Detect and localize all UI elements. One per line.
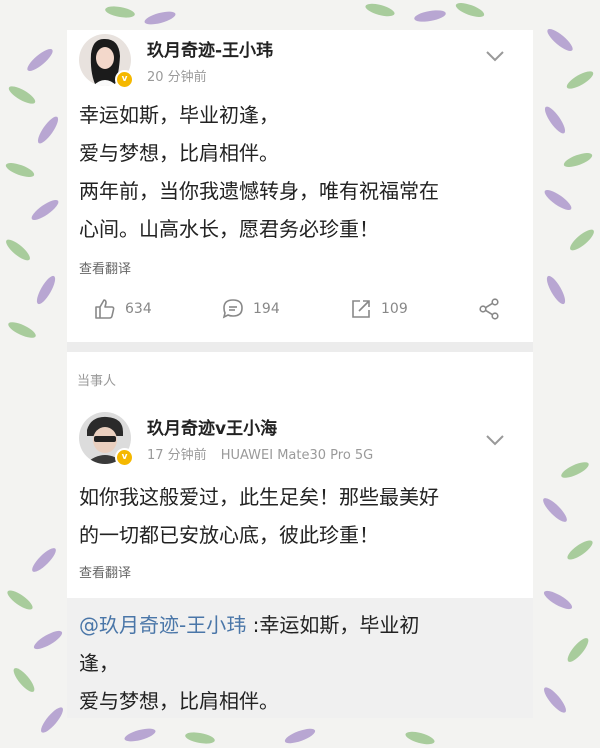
translate-link[interactable]: 查看翻译 [79, 258, 131, 277]
repost-button[interactable]: 109 [349, 294, 408, 324]
mention-link[interactable]: @玖月奇迹-王小玮 [79, 613, 246, 637]
author-name[interactable]: 玖月奇迹v王小海 [147, 414, 277, 439]
post-card-1: v 玖月奇迹-王小玮 20 分钟前 幸运如斯，毕业初逢， 爱与梦想，比肩相伴。 … [67, 30, 533, 342]
quote-line: 爱与梦想，比肩相伴。 [79, 689, 279, 713]
time-label: 20 分钟前 [147, 70, 207, 85]
like-button[interactable]: 634 [93, 294, 152, 324]
post-line: 的一切都已安放心底，彼此珍重！ [79, 523, 379, 547]
post-meta: 17 分钟前 HUAWEI Mate30 Pro 5G [147, 444, 387, 463]
chevron-down-icon[interactable] [485, 434, 505, 446]
section-divider [67, 342, 533, 352]
post-time: 20 分钟前 [147, 66, 221, 85]
device-label: HUAWEI Mate30 Pro 5G [220, 448, 374, 463]
post-line: 两年前，当你我遗憾转身，唯有祝福常在 [79, 179, 439, 203]
verified-badge-icon: v [115, 70, 134, 89]
like-count: 634 [125, 301, 152, 317]
post-line: 如你我这般爱过，此生足矣！那些最美好 [79, 485, 439, 509]
share-icon [479, 298, 499, 320]
quoted-post[interactable]: @玖月奇迹-王小玮 :幸运如斯，毕业初 逢， 爱与梦想，比肩相伴。 [67, 598, 533, 718]
section-label: 当事人 [77, 374, 117, 389]
repost-count: 109 [381, 301, 408, 317]
post-line: 心间。山高水长，愿君务必珍重！ [79, 217, 379, 241]
post-card-2: 当事人 v 玖月奇迹v王小海 17 分钟前 HUAWEI Mate30 Pro 5… [67, 352, 533, 598]
time-label: 17 分钟前 [147, 448, 207, 463]
author-name[interactable]: 玖月奇迹-王小玮 [147, 36, 273, 61]
post-text: 幸运如斯，毕业初逢， 爱与梦想，比肩相伴。 两年前，当你我遗憾转身，唯有祝福常在… [79, 96, 527, 248]
chevron-down-icon[interactable] [485, 50, 505, 62]
post-line: 幸运如斯，毕业初逢， [79, 103, 279, 127]
quoted-text: @玖月奇迹-王小玮 :幸运如斯，毕业初 逢， 爱与梦想，比肩相伴。 [79, 606, 519, 720]
post-text: 如你我这般爱过，此生足矣！那些最美好 的一切都已安放心底，彼此珍重！ [79, 478, 527, 554]
quote-line: 逢， [79, 651, 119, 675]
post-line: 爱与梦想，比肩相伴。 [79, 141, 279, 165]
quote-line: :幸运如斯，毕业初 [246, 613, 420, 637]
comment-button[interactable]: 194 [221, 294, 280, 324]
translate-link[interactable]: 查看翻译 [79, 562, 131, 581]
share-button[interactable] [477, 294, 509, 324]
like-icon [95, 299, 115, 319]
comment-icon [222, 299, 243, 319]
comment-count: 194 [253, 301, 280, 317]
repost-icon [352, 300, 370, 318]
verified-badge-icon: v [115, 448, 134, 467]
